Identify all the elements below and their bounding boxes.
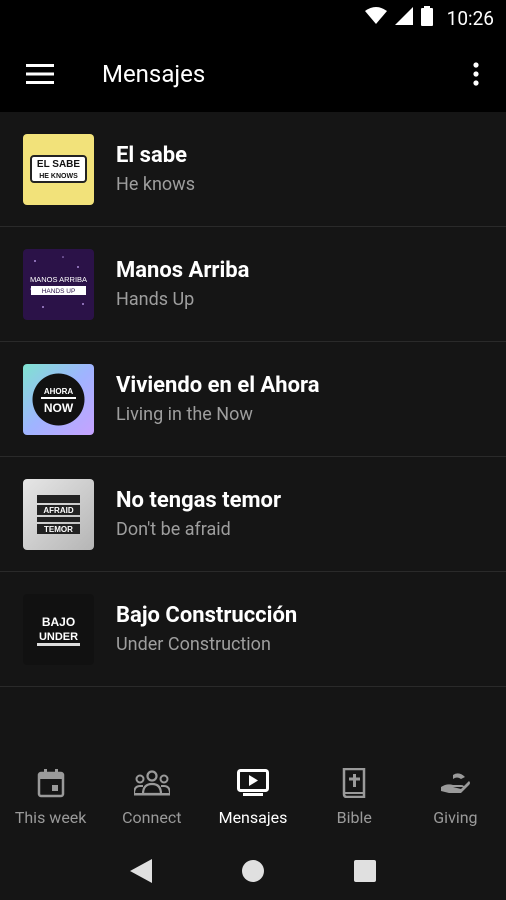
nav-item-giving[interactable]: Giving [405,756,506,842]
nav-item-bible[interactable]: Bible [304,756,405,842]
message-thumbnail: AFRAID TEMOR [23,478,94,550]
people-icon [133,770,170,796]
back-button[interactable] [121,851,161,891]
message-title: El sabe [116,142,187,168]
list-item[interactable]: EL SABE HE KNOWS El sabe He knows [0,112,506,227]
more-vert-icon [473,62,479,86]
calendar-icon [37,769,64,798]
message-subtitle: Don't be afraid [116,518,231,540]
message-thumbnail: BAJO UNDER [23,593,94,665]
thumbnail-text: UNDER [39,631,78,643]
list-item[interactable]: AHORA NOW Viviendo en el Ahora Living in… [0,342,506,457]
message-title: Manos Arriba [116,257,250,283]
message-subtitle: He knows [116,173,195,195]
signal-icon [394,7,413,29]
message-subtitle: Hands Up [116,288,195,310]
status-bar: 10:26 [0,0,506,36]
page-title: Mensajes [102,60,206,88]
system-navigation-bar [0,842,506,900]
nav-label: Bible [336,808,372,827]
message-subtitle: Living in the Now [116,403,253,425]
app-bar: Mensajes [0,36,506,112]
nav-label: This week [14,808,87,827]
list-item[interactable]: AFRAID TEMOR No tengas temor Don't be af… [0,457,506,572]
thumbnail-text: TEMOR [44,525,73,534]
message-thumbnail: MANOS ARRIBA HANDS UP [23,248,94,320]
message-thumbnail: AHORA NOW [23,363,94,435]
message-title: Bajo Construcción [116,602,298,628]
bottom-navigation: This week Connect Mensajes Bible Giving [0,756,506,842]
thumbnail-text: AHORA [44,387,74,396]
messages-list: EL SABE HE KNOWS El sabe He knows MANOS … [0,112,506,687]
hamburger-menu-icon [26,64,54,84]
back-triangle-icon [130,859,152,883]
home-circle-icon [242,860,264,882]
message-thumbnail: EL SABE HE KNOWS [23,133,94,205]
thumbnail-text: HE KNOWS [39,173,78,180]
recents-square-icon [354,860,376,882]
nav-item-this-week[interactable]: This week [0,756,101,842]
nav-label: Connect [122,808,182,827]
nav-label: Mensajes [218,808,288,827]
message-subtitle: Under Construction [116,633,271,655]
message-title: No tengas temor [116,487,282,513]
thumbnail-text: EL SABE [37,159,80,170]
bible-icon [342,768,366,798]
nav-item-connect[interactable]: Connect [101,756,202,842]
recents-button[interactable] [345,851,385,891]
thumbnail-text: BAJO [42,615,75,629]
menu-button[interactable] [0,36,80,112]
thumbnail-text: AFRAID [43,506,73,515]
more-options-button[interactable] [446,36,506,112]
thumbnail-text: NOW [44,401,74,415]
home-button[interactable] [233,851,273,891]
wifi-icon [364,7,387,29]
status-time: 10:26 [446,6,494,30]
play-video-icon [237,769,269,796]
message-title: Viviendo en el Ahora [116,372,320,398]
thumbnail-text: HANDS UP [42,288,76,295]
giving-hand-icon [441,773,471,793]
thumbnail-text: MANOS ARRIBA [30,275,87,284]
nav-item-mensajes[interactable]: Mensajes [202,756,303,842]
list-item[interactable]: MANOS ARRIBA HANDS UP Manos Arriba Hands… [0,227,506,342]
nav-label: Giving [433,808,478,827]
battery-icon [420,6,433,30]
list-item[interactable]: BAJO UNDER Bajo Construcción Under Const… [0,572,506,687]
